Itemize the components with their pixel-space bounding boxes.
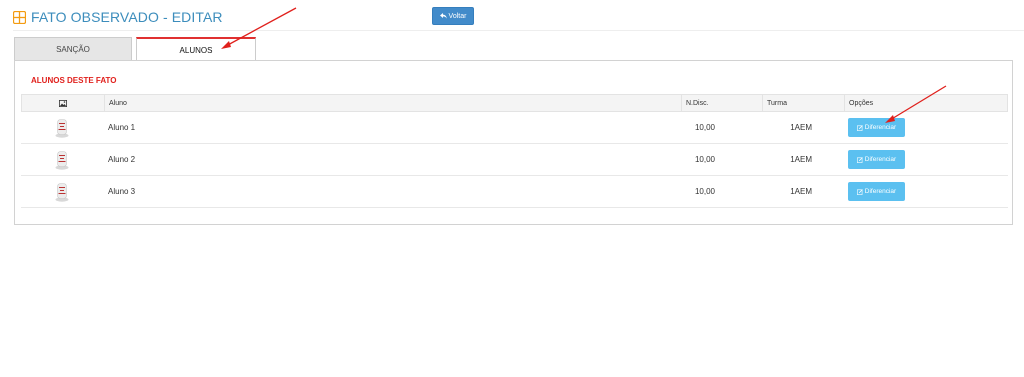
reply-arrow-icon [439,13,447,19]
ndisc-column-header[interactable]: N.Disc. [681,95,762,111]
diferenciar-button[interactable]: Diferenciar [848,150,905,169]
page-header: FATO OBSERVADO - EDITAR [13,8,223,26]
table-row: Aluno 3 10,00 1AEM Diferenciar [21,176,1008,208]
edit-icon [856,156,863,163]
student-photo [21,112,103,143]
header-divider [13,30,1024,31]
alunos-table: Aluno N.Disc. Turma Opções Aluno 1 10,00… [21,94,1008,208]
diferenciar-button[interactable]: Diferenciar [848,182,905,201]
diferenciar-button-label: Diferenciar [864,188,897,195]
photo-column-header [22,95,104,111]
ndisc-value: 10,00 [694,155,715,164]
aluno-column-header[interactable]: Aluno [104,95,681,111]
back-button[interactable]: Voltar [432,7,474,25]
table-row: Aluno 1 10,00 1AEM Diferenciar [21,112,1008,144]
options-cell: Diferenciar [843,112,1008,143]
tab-sancao-label: SANÇÃO [56,45,90,54]
back-button-label: Voltar [448,12,467,20]
student-photo [21,144,103,175]
table-grid-icon [13,10,26,24]
panel-title: ALUNOS DESTE FATO [31,76,117,85]
edit-icon [856,188,863,195]
alunos-panel: ALUNOS DESTE FATO Aluno N.Disc. Turma Op… [14,60,1013,225]
edit-icon [856,124,863,131]
table-row: Aluno 2 10,00 1AEM Diferenciar [21,144,1008,176]
student-name: Aluno 2 [108,155,136,164]
tab-alunos[interactable]: ALUNOS [136,37,256,62]
tab-sancao[interactable]: SANÇÃO [14,37,132,61]
ndisc-value: 10,00 [694,123,715,132]
photo-placeholder-icon [55,150,69,170]
opcoes-column-header: Opções [844,95,1007,111]
turma-column-header[interactable]: Turma [762,95,844,111]
diferenciar-button-label: Diferenciar [864,156,897,163]
turma-value: 1AEM [790,123,812,132]
ndisc-value: 10,00 [694,187,715,196]
turma-value: 1AEM [790,187,812,196]
options-cell: Diferenciar [843,144,1008,175]
diferenciar-button[interactable]: Diferenciar [848,118,905,137]
table-header: Aluno N.Disc. Turma Opções [21,94,1008,112]
photo-placeholder-icon [55,182,69,202]
student-photo [21,176,103,207]
options-cell: Diferenciar [843,176,1008,207]
tab-alunos-label: ALUNOS [179,46,213,55]
page-title: FATO OBSERVADO - EDITAR [31,9,223,25]
student-name: Aluno 3 [108,187,136,196]
photo-placeholder-icon [55,118,69,138]
image-icon [59,99,67,107]
student-name: Aluno 1 [108,123,136,132]
diferenciar-button-label: Diferenciar [864,124,897,131]
turma-value: 1AEM [790,155,812,164]
